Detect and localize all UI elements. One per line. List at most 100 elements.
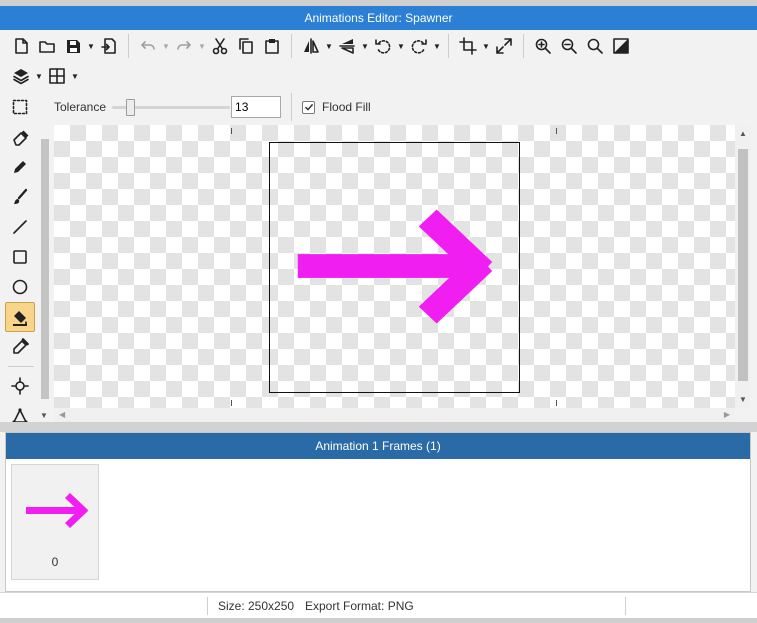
flood-fill-checkbox[interactable] — [302, 100, 316, 114]
flip-vertical-button[interactable] — [334, 33, 360, 59]
drawing-canvas[interactable] — [54, 125, 735, 408]
scroll-down-arrow-icon[interactable]: ▼ — [40, 411, 48, 420]
status-export-format: Export Format: PNG — [305, 599, 414, 613]
toolbar-separator — [523, 34, 524, 58]
flip-vertical-icon — [339, 39, 355, 54]
polygon-tool-button[interactable] — [5, 401, 35, 422]
canvas-vertical-scroll-thumb[interactable] — [738, 149, 748, 381]
zoom-fit-icon — [587, 38, 603, 54]
rotate-right-icon — [411, 39, 427, 54]
spawner-arrow-sprite — [297, 209, 493, 324]
status-separator — [207, 597, 208, 615]
save-button[interactable] — [60, 33, 86, 59]
open-folder-icon — [39, 41, 55, 53]
eyedropper-tool-icon — [13, 338, 29, 354]
rectangle-tool-icon — [13, 250, 27, 264]
layers-icon — [13, 69, 29, 85]
secondary-toolbar: ▼ ▼ — [8, 61, 80, 91]
canvas-horizontal-scrollbar[interactable]: ◀ ▶ — [54, 408, 735, 422]
main-toolbar: ▼ ▼ ▼ ▼ ▼ ▼ ▼ ▼ — [8, 31, 634, 61]
fill-tool-button[interactable] — [5, 302, 35, 332]
undo-button[interactable] — [135, 33, 161, 59]
frame-index: 0 — [51, 555, 59, 569]
animations-editor-window: Animations Editor: Spawner ▼ ▼ ▼ ▼ ▼ ▼ ▼ ▼ ▼ ▼ ▼… — [0, 0, 757, 623]
paste-button[interactable] — [259, 33, 285, 59]
save-icon — [67, 40, 80, 53]
flip-horizontal-icon — [304, 38, 319, 54]
rotate-right-dropdown-arrow-icon[interactable]: ▼ — [432, 33, 442, 59]
ellipse-tool-icon — [12, 279, 28, 295]
line-tool-button[interactable] — [5, 212, 35, 242]
crop-button[interactable] — [455, 33, 481, 59]
line-tool-icon — [13, 220, 27, 234]
redo-button[interactable] — [171, 33, 197, 59]
grid-button[interactable] — [44, 63, 70, 89]
copy-icon — [239, 38, 253, 54]
panel-splitter[interactable] — [0, 422, 757, 432]
eraser-tool-button[interactable] — [5, 122, 35, 152]
pencil-tool-button[interactable] — [5, 152, 35, 182]
new-file-button[interactable] — [8, 33, 34, 59]
brush-tool-button[interactable] — [5, 182, 35, 212]
resize-button[interactable] — [491, 33, 517, 59]
tool-palette — [4, 92, 38, 422]
window-bottom-border — [0, 618, 757, 623]
flip-horizontal-dropdown-arrow-icon[interactable]: ▼ — [324, 33, 334, 59]
pencil-tool-icon — [14, 161, 26, 173]
origin-tool-button[interactable] — [5, 371, 35, 401]
paste-icon — [265, 39, 279, 54]
import-button[interactable] — [96, 33, 122, 59]
zoom-fit-button[interactable] — [582, 33, 608, 59]
select-tool-icon — [12, 99, 28, 115]
ruler-tick — [231, 400, 232, 406]
resize-icon — [496, 38, 512, 54]
scroll-up-arrow-icon[interactable]: ▲ — [739, 129, 747, 138]
frame-thumbnail[interactable]: 0 — [11, 464, 99, 580]
tool-palette-scrollbar[interactable]: ▼ — [38, 125, 52, 422]
canvas-vertical-scrollbar[interactable]: ▲ ▼ — [735, 125, 751, 408]
sprite-frame[interactable] — [269, 142, 520, 393]
grid-dropdown-arrow-icon[interactable]: ▼ — [70, 63, 80, 89]
crop-dropdown-arrow-icon[interactable]: ▼ — [481, 33, 491, 59]
rotate-left-icon — [375, 39, 391, 54]
scroll-right-arrow-icon[interactable]: ▶ — [724, 410, 730, 419]
cut-button[interactable] — [207, 33, 233, 59]
toolbar-separator — [128, 34, 129, 58]
cut-icon — [212, 38, 228, 55]
options-separator — [291, 93, 293, 121]
ellipse-tool-button[interactable] — [5, 272, 35, 302]
eyedropper-tool-button[interactable] — [5, 332, 35, 362]
scroll-left-arrow-icon[interactable]: ◀ — [59, 410, 65, 419]
flip-vertical-dropdown-arrow-icon[interactable]: ▼ — [360, 33, 370, 59]
flip-horizontal-button[interactable] — [298, 33, 324, 59]
eraser-tool-icon — [13, 130, 29, 146]
fill-tool-icon — [13, 311, 27, 326]
toolbar-separator — [291, 34, 292, 58]
rotate-left-dropdown-arrow-icon[interactable]: ▼ — [396, 33, 406, 59]
layers-dropdown-arrow-icon[interactable]: ▼ — [34, 63, 44, 89]
origin-tool-icon — [11, 377, 29, 395]
redo-dropdown-arrow-icon[interactable]: ▼ — [197, 33, 207, 59]
select-tool-button[interactable] — [5, 92, 35, 122]
layers-button[interactable] — [8, 63, 34, 89]
rectangle-tool-button[interactable] — [5, 242, 35, 272]
undo-icon — [141, 41, 155, 50]
zoom-out-button[interactable] — [556, 33, 582, 59]
save-dropdown-arrow-icon[interactable]: ▼ — [86, 33, 96, 59]
tool-palette-scroll-thumb[interactable] — [41, 139, 49, 399]
rotate-right-button[interactable] — [406, 33, 432, 59]
rotate-left-button[interactable] — [370, 33, 396, 59]
undo-dropdown-arrow-icon[interactable]: ▼ — [161, 33, 171, 59]
tolerance-slider[interactable] — [112, 97, 231, 117]
redo-icon — [177, 41, 191, 50]
tolerance-input[interactable] — [231, 96, 282, 118]
zoom-in-button[interactable] — [530, 33, 556, 59]
status-size: Size: 250x250 — [218, 599, 295, 613]
copy-button[interactable] — [233, 33, 259, 59]
open-folder-button[interactable] — [34, 33, 60, 59]
scroll-down-arrow-icon[interactable]: ▼ — [739, 395, 747, 404]
toggle-background-button[interactable] — [608, 33, 634, 59]
window-title: Animations Editor: Spawner — [304, 11, 453, 25]
tolerance-label: Tolerance — [54, 100, 107, 114]
tolerance-slider-handle[interactable] — [126, 99, 136, 116]
